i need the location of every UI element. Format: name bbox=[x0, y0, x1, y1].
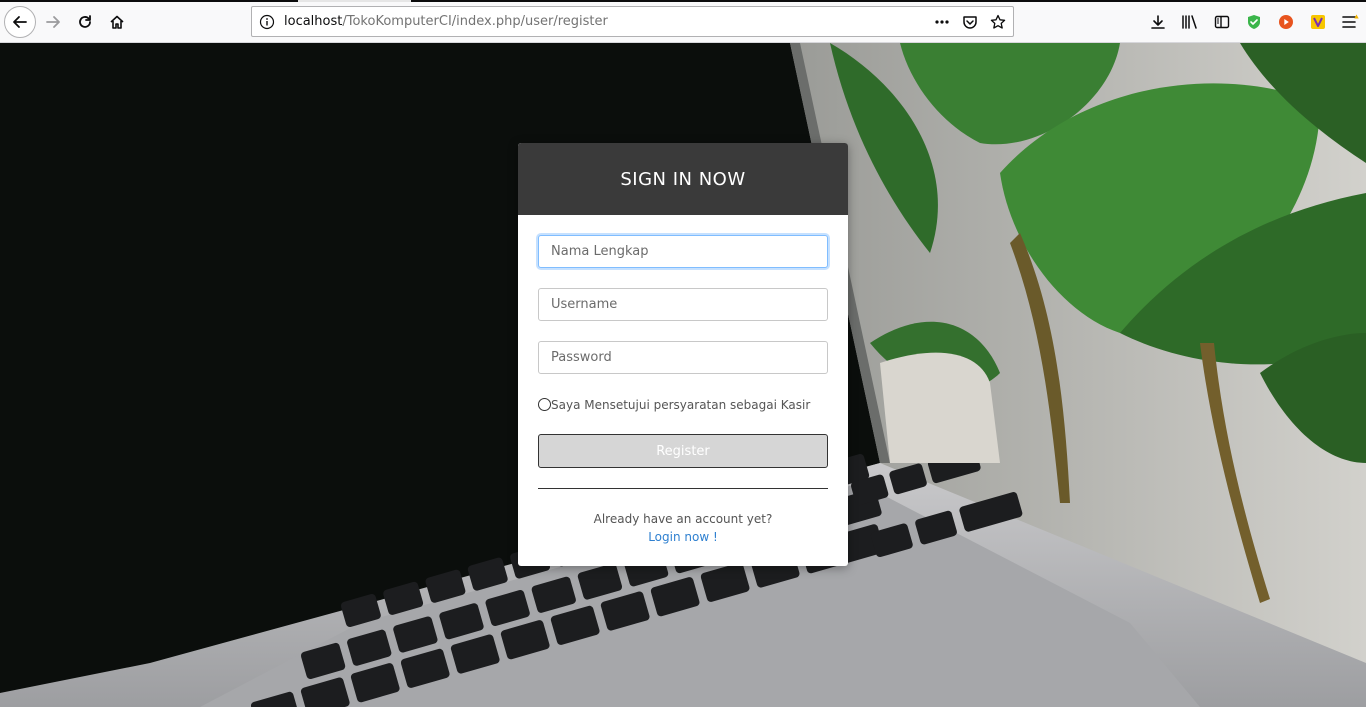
agree-radio[interactable] bbox=[538, 397, 551, 411]
library-icon[interactable] bbox=[1180, 12, 1200, 32]
star-icon[interactable] bbox=[989, 13, 1007, 31]
browser-toolbar: localhost/TokoKomputerCI/index.php/user/… bbox=[0, 0, 1366, 43]
shield-extension-icon[interactable] bbox=[1244, 12, 1264, 32]
url-path: /TokoKomputerCI/index.php/user/register bbox=[342, 14, 608, 29]
arrow-left-icon[interactable] bbox=[4, 6, 36, 38]
login-question: Already have an account yet? bbox=[593, 512, 773, 526]
arrow-right-icon[interactable] bbox=[39, 8, 67, 36]
url-text[interactable]: localhost/TokoKomputerCI/index.php/user/… bbox=[284, 14, 608, 29]
home-icon[interactable] bbox=[103, 8, 131, 36]
card-header: SIGN IN NOW bbox=[518, 143, 848, 215]
address-bar[interactable]: localhost/TokoKomputerCI/index.php/user/… bbox=[251, 6, 1014, 37]
url-actions bbox=[933, 12, 1007, 32]
username-input[interactable] bbox=[538, 288, 828, 321]
play-extension-icon[interactable] bbox=[1276, 12, 1296, 32]
register-card: SIGN IN NOW Saya Mensetujui persyaratan … bbox=[518, 143, 848, 566]
login-link[interactable]: Login now ! bbox=[648, 530, 718, 544]
download-icon[interactable] bbox=[1148, 12, 1168, 32]
password-input[interactable] bbox=[538, 341, 828, 374]
divider bbox=[538, 488, 828, 489]
url-host: localhost bbox=[284, 14, 343, 29]
fullname-input[interactable] bbox=[538, 235, 828, 268]
login-prompt: Already have an account yet? Login now ! bbox=[538, 510, 828, 546]
register-button[interactable]: Register bbox=[538, 434, 828, 468]
more-horizontal-icon[interactable] bbox=[933, 13, 951, 31]
toolbar-right-icons bbox=[1148, 10, 1360, 34]
hamburger-menu-icon[interactable] bbox=[1340, 12, 1360, 32]
agree-label: Saya Mensetujui persyaratan sebagai Kasi… bbox=[551, 398, 811, 412]
card-title: SIGN IN NOW bbox=[620, 168, 746, 190]
active-tab-indicator bbox=[298, 0, 411, 2]
sidebar-icon[interactable] bbox=[1212, 12, 1232, 32]
card-body: Saya Mensetujui persyaratan sebagai Kasi… bbox=[518, 215, 848, 546]
pocket-icon[interactable] bbox=[961, 13, 979, 31]
v-extension-icon[interactable] bbox=[1308, 12, 1328, 32]
tab-strip bbox=[0, 0, 1366, 2]
agree-row: Saya Mensetujui persyaratan sebagai Kasi… bbox=[538, 395, 828, 415]
info-icon[interactable] bbox=[259, 14, 275, 30]
reload-icon[interactable] bbox=[71, 8, 99, 36]
